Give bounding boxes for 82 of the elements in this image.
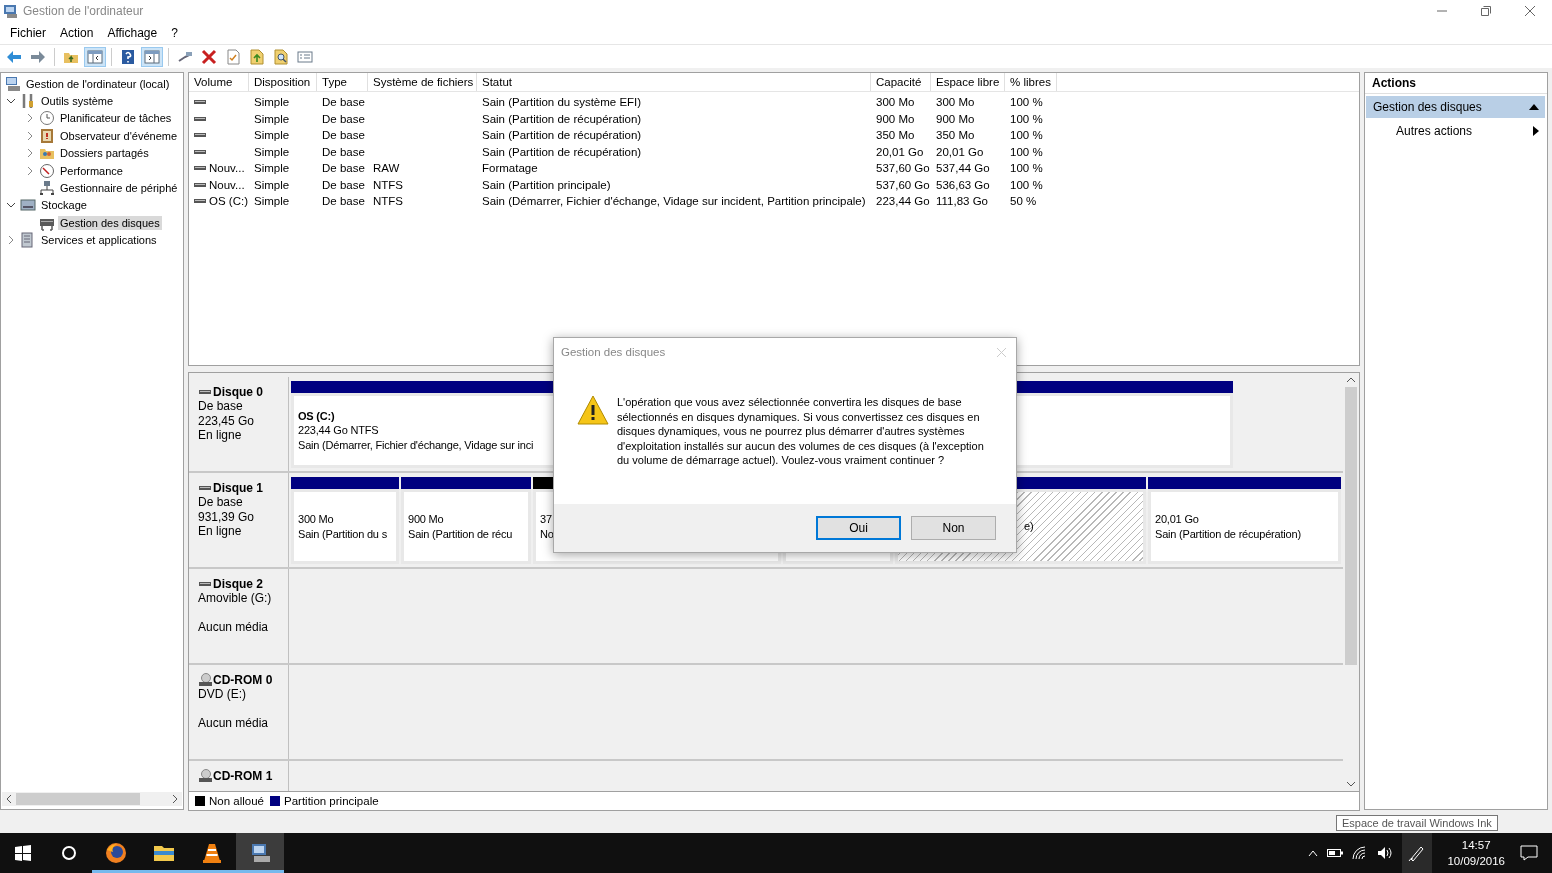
disk-type: De base (198, 399, 244, 414)
table-cell: 100 % (1010, 112, 1043, 125)
pane-title: Actions (1365, 73, 1547, 94)
dialog-title: Gestion des disques (561, 346, 666, 358)
table-cell: Simple (254, 178, 290, 191)
disk-status: Aucun média (198, 620, 270, 635)
table-cell: De base (322, 178, 365, 191)
disk-type: DVD (E:) (198, 687, 247, 702)
table-cell: 100 % (1010, 129, 1043, 142)
table-cell: 100 % (1010, 162, 1043, 175)
table-cell: Sain (Démarrer, Fichier d'échange, Vidage sur incident, Partition principale) (482, 195, 866, 208)
table-cell: Nouv... (209, 178, 245, 191)
partition-size: 223,44 Go NTFS (298, 423, 379, 438)
table-cell: NTFS (373, 195, 404, 208)
disk-size: 931,39 Go (198, 509, 256, 525)
table-cell: 20,01 Go (936, 145, 984, 158)
partition-size: 900 Mo (408, 511, 444, 527)
table-cell: 537,60 Go (876, 162, 930, 175)
table-cell: 20,01 Go (876, 145, 924, 158)
table-cell: NTFS (373, 178, 404, 191)
table-cell: Simple (254, 162, 290, 175)
partition-status: No (540, 526, 554, 542)
table-cell: Simple (254, 195, 290, 208)
partition-status: Sain (Partition de récu (408, 526, 513, 542)
table-cell: 100 % (1010, 145, 1043, 158)
disk-name: CD-ROM 1 (213, 769, 273, 783)
table-cell: 536,63 Go (936, 178, 990, 191)
partition-status: Sain (Partition du s (298, 526, 387, 542)
table-cell: 100 % (1010, 178, 1043, 191)
tooltip: Espace de travail Windows Ink (1336, 815, 1498, 831)
table-cell: 300 Mo (876, 96, 915, 109)
disk-status: En ligne (198, 524, 243, 539)
table-cell: Nouv... (209, 162, 245, 175)
table-cell: De base (322, 195, 365, 208)
table-cell: De base (322, 129, 365, 142)
table-cell: De base (322, 145, 365, 158)
table-cell: 50 % (1010, 195, 1037, 208)
table-cell: Sain (Partition de récupération) (482, 112, 642, 125)
partition-size: 20,01 Go (1155, 511, 1199, 527)
table-cell: 350 Mo (876, 129, 915, 142)
disk-name: Disque 1 (213, 481, 263, 495)
table-cell: 900 Mo (936, 112, 975, 125)
partition-label: OS (C:) (298, 408, 335, 424)
disk-status: Aucun média (198, 716, 270, 731)
legend-label: Partition principale (284, 795, 379, 807)
partition-size: 37 (540, 511, 552, 527)
table-cell: De base (322, 162, 365, 175)
table-cell: 537,60 Go (876, 178, 930, 191)
disk-type: Amovible (G:) (198, 591, 273, 606)
table-cell: OS (C:) (209, 195, 248, 208)
table-cell: Simple (254, 129, 290, 142)
table-cell: 100 % (1010, 96, 1043, 109)
table-cell: Simple (254, 112, 290, 125)
table-cell: Sain (Partition principale) (482, 178, 611, 191)
table-cell: 900 Mo (876, 112, 915, 125)
window-title: Gestion de l'ordinateur (23, 4, 144, 18)
table-cell: 537,44 Go (936, 162, 990, 175)
partition-size: 300 Mo (298, 511, 334, 527)
table-cell: Formatage (482, 162, 538, 175)
partition-status: Sain (Partition de récupération) (1155, 526, 1301, 542)
partition-status: Sain (Démarrer, Fichier d'échange, Vidage sur inci (298, 437, 534, 453)
disk-type: De base (198, 495, 244, 510)
table-cell: De base (322, 96, 365, 109)
disk-status: En ligne (198, 428, 243, 443)
table-cell: Sain (Partition de récupération) (482, 129, 642, 142)
table-cell: 300 Mo (936, 96, 975, 109)
legend-label: Non alloué (209, 795, 264, 807)
disk-name: Disque 0 (213, 385, 263, 399)
dialog-message: L'opération que vous avez sélectionnée convertira les disques de base sélectionnés en disques dynamiques. Si vous convertissez ces disques en disques dynamiques, vous ne pourrez plus démarrer d'autres systèmes d'exploitation installés sur aucun des volumes de ces disques (à l'exception du volume de démarrage actuel). Voulez-vous vraiment continuer ? (617, 395, 985, 468)
disk-name: Disque 2 (213, 577, 263, 591)
table-cell: Sain (Partition du système EFI) (482, 96, 642, 109)
table-cell: Sain (Partition de récupération) (482, 145, 642, 158)
table-cell: De base (322, 112, 365, 125)
partition-status: e) (1024, 519, 1034, 534)
table-cell: RAW (373, 162, 400, 175)
disk-size: 223,45 Go (198, 413, 256, 429)
table-cell: Simple (254, 96, 290, 109)
table-cell: 350 Mo (936, 129, 975, 142)
disk-name: CD-ROM 0 (213, 673, 273, 687)
table-cell: Simple (254, 145, 290, 158)
table-cell: 111,83 Go (936, 195, 988, 208)
table-cell: 223,44 Go (876, 195, 930, 208)
